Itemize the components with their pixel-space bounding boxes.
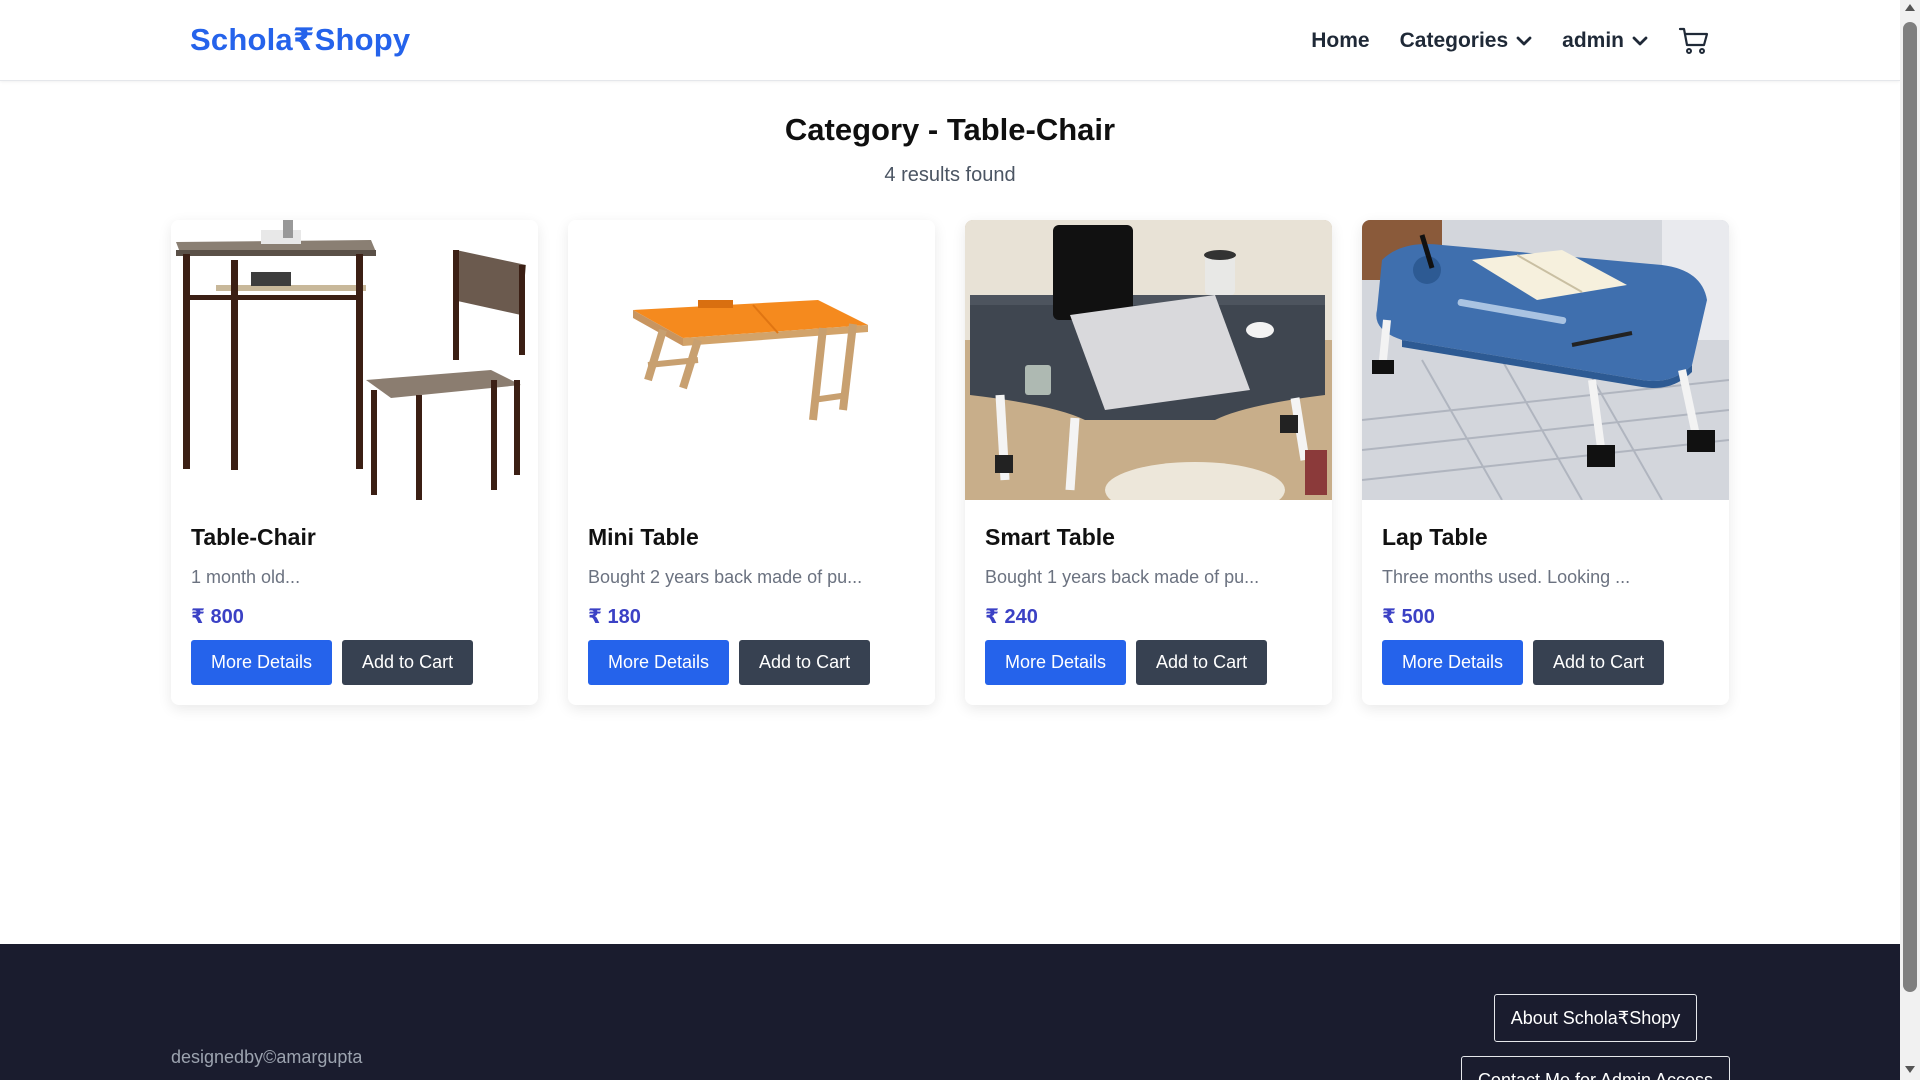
scrollbar-thumb[interactable] [1903,22,1917,992]
page-title: Category - Table-Chair [784,112,1116,147]
product-description: Bought 2 years back made of pu... [588,567,863,587]
navbar: Schola₹Shopy Home Categories admin [0,0,1900,81]
more-details-button[interactable]: More Details [1382,640,1524,685]
nav-user-dropdown[interactable]: admin [1562,20,1648,62]
product-price: ₹ 800 [191,606,244,628]
scroll-up-arrow-icon[interactable] [1905,4,1915,11]
product-title[interactable]: Lap Table [1382,524,1488,551]
product-description: Bought 1 years back made of pu... [985,567,1260,587]
product-price: ₹ 240 [985,606,1038,628]
shopping-cart-icon[interactable] [1678,25,1710,57]
page: Schola₹Shopy Home Categories admin Categ… [0,0,1900,1080]
add-to-cart-button[interactable]: Add to Cart [1533,640,1665,685]
product-actions: More Details Add to Cart [985,640,1268,685]
product-card: Lap Table Three months used. Looking ...… [1362,220,1729,705]
more-details-button[interactable]: More Details [191,640,333,685]
nav-home-label: Home [1311,29,1370,52]
product-card: Smart Table Bought 1 years back made of … [965,220,1332,705]
product-title[interactable]: Mini Table [588,524,699,551]
nav-links: Home Categories admin [1281,20,1710,62]
footer-credit: designedby©amargupta [171,1047,363,1067]
product-description: 1 month old... [191,567,301,587]
results-count: 4 results found [884,164,1016,186]
product-card: Mini Table Bought 2 years back made of p… [568,220,935,705]
chevron-down-icon [1632,36,1648,46]
product-card: Table-Chair 1 month old... ₹ 800 More De… [171,220,538,705]
product-actions: More Details Add to Cart [191,640,474,685]
more-details-button[interactable]: More Details [588,640,730,685]
product-price: ₹ 180 [588,606,641,628]
nav-categories-label: Categories [1399,29,1509,52]
more-details-button[interactable]: More Details [985,640,1127,685]
nav-home-link[interactable]: Home [1311,20,1369,62]
scroll-down-arrow-icon[interactable] [1905,1066,1915,1073]
add-to-cart-button[interactable]: Add to Cart [739,640,871,685]
nav-categories-dropdown[interactable]: Categories [1400,20,1533,62]
product-image-lap-table [1362,220,1729,500]
product-image-smart-table [965,220,1332,500]
add-to-cart-button[interactable]: Add to Cart [342,640,474,685]
product-description: Three months used. Looking ... [1382,567,1631,587]
add-to-cart-button[interactable]: Add to Cart [1136,640,1268,685]
product-price: ₹ 500 [1382,606,1435,628]
product-title[interactable]: Smart Table [985,524,1115,551]
chevron-down-icon [1516,36,1532,46]
brand-logo[interactable]: Schola₹Shopy [190,22,410,58]
product-actions: More Details Add to Cart [588,640,871,685]
product-grid: Table-Chair 1 month old... ₹ 800 More De… [171,220,1729,705]
product-image-table-chair [171,220,538,500]
contact-admin-button[interactable]: Contact Me for Admin Access [1461,1056,1730,1080]
product-actions: More Details Add to Cart [1382,640,1665,685]
product-image-mini-table [568,220,935,500]
nav-user-label: admin [1562,29,1624,52]
product-title[interactable]: Table-Chair [191,524,316,551]
about-button[interactable]: About Schola₹Shopy [1494,994,1697,1042]
